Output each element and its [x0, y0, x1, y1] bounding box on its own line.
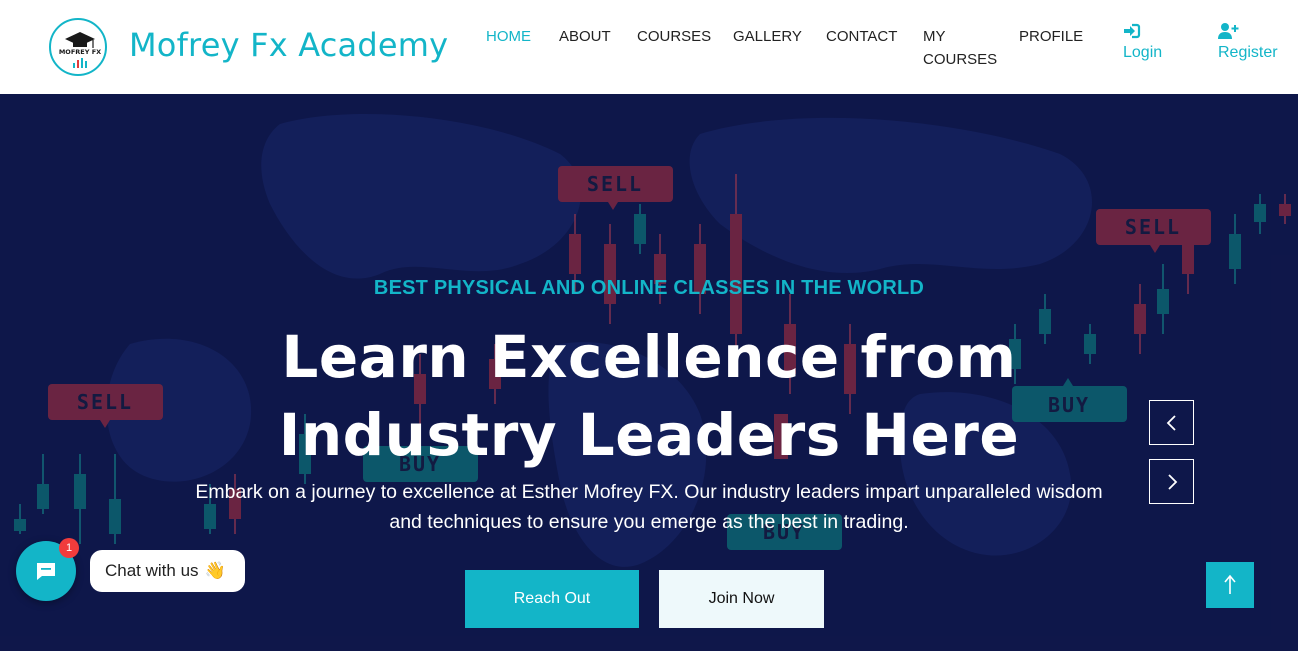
back-to-top-button[interactable]	[1206, 562, 1254, 608]
chat-icon	[37, 563, 55, 580]
hero-lead-line2: and techniques to ensure you emerge as t…	[389, 511, 909, 533]
sign-in-icon	[1123, 22, 1162, 42]
login-label: Login	[1123, 44, 1163, 61]
hero-lead-line1: Embark on a journey to excellence at Est…	[195, 481, 1103, 503]
svg-text:MOFREY FX: MOFREY FX	[59, 48, 101, 56]
brand-name[interactable]: Mofrey Fx Academy	[129, 26, 448, 64]
chevron-left-icon	[1166, 414, 1176, 431]
register-label: Register	[1218, 44, 1278, 61]
chevron-right-icon	[1167, 473, 1177, 490]
hero-headline-line2: Industry Leaders Here	[278, 401, 1020, 469]
nav-my-courses-line2: COURSES	[923, 51, 998, 68]
join-now-button[interactable]: Join Now	[659, 570, 824, 628]
user-plus-icon	[1218, 22, 1278, 42]
logo-graduation-cap-icon: MOFREY FX	[59, 32, 101, 68]
nav-profile[interactable]: PROFILE	[1019, 25, 1083, 48]
nav-gallery[interactable]: GALLERY	[733, 25, 802, 48]
waving-hand-icon: 👋	[204, 561, 226, 580]
brand-logo[interactable]: MOFREY FX	[49, 18, 107, 76]
carousel-prev-button[interactable]	[1149, 400, 1194, 445]
nav-my-courses-line1: MY	[923, 28, 946, 45]
nav-courses[interactable]: COURSES	[637, 25, 711, 48]
hero-eyebrow: BEST PHYSICAL AND ONLINE CLASSES IN THE …	[373, 277, 925, 299]
hero-lead: Embark on a journey to excellence at Est…	[170, 477, 1128, 537]
chat-label-text: Chat with us	[105, 561, 199, 580]
nav-login[interactable]: Login	[1123, 22, 1162, 62]
hero-headline-line1: Learn Excellence from	[281, 323, 1017, 391]
reach-out-button[interactable]: Reach Out	[465, 570, 639, 628]
chat-with-us-label[interactable]: Chat with us 👋	[90, 550, 245, 592]
arrow-up-icon	[1224, 574, 1236, 594]
nav-contact[interactable]: CONTACT	[826, 25, 897, 48]
hero-headline: Learn Excellence from Industry Leaders H…	[0, 318, 1298, 474]
chat-notification-badge: 1	[59, 538, 79, 558]
nav-register[interactable]: Register	[1218, 22, 1278, 62]
site-header: MOFREY FX Mofrey Fx Academy HOME ABOUT C…	[0, 0, 1298, 94]
nav-about[interactable]: ABOUT	[559, 25, 611, 48]
nav-home[interactable]: HOME	[486, 25, 531, 48]
nav-my-courses[interactable]: MY COURSES	[923, 25, 997, 71]
carousel-next-button[interactable]	[1149, 459, 1194, 504]
